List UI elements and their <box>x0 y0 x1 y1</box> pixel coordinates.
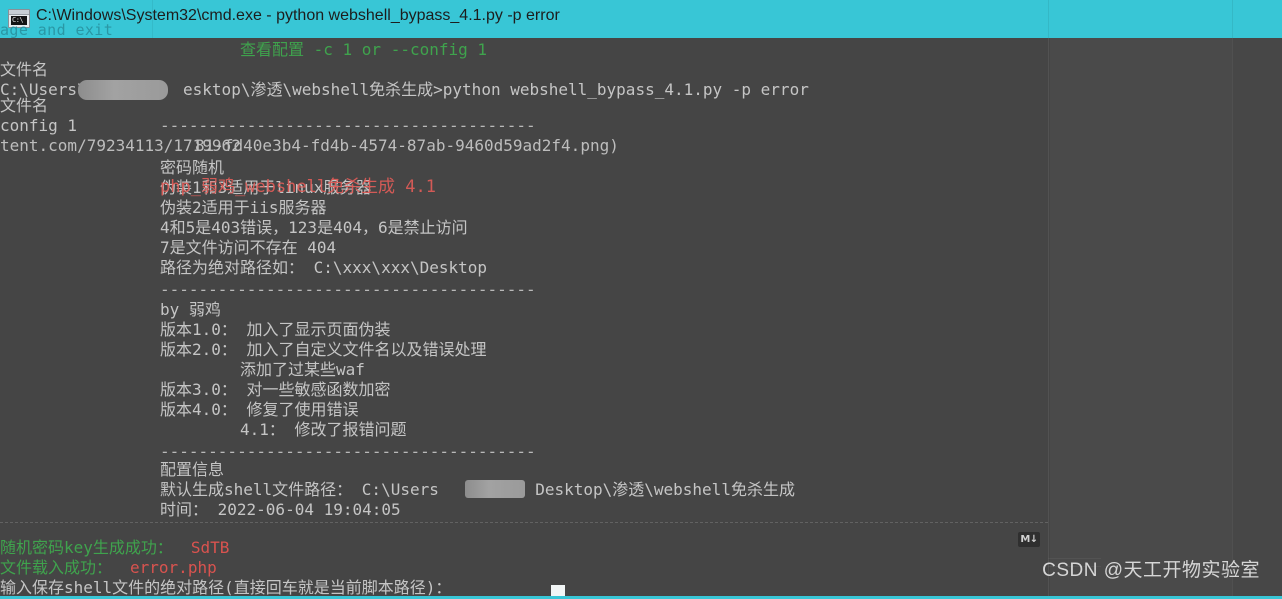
terminal-line-disguise-2: 伪装2适用于iis服务器 <box>160 198 327 217</box>
path-input-prompt: 输入保存shell文件的绝对路径(直接回车就是当前脚本路径)： <box>0 578 452 597</box>
terminal-line-ver-4: 版本4.0： 修复了使用错误 <box>160 400 359 419</box>
markdown-badge-icon[interactable]: M↓ <box>1018 532 1040 547</box>
terminal-line-ver-3: 版本3.0： 对一些敏感函数加密 <box>160 380 391 399</box>
section-divider-dashed <box>0 522 1048 523</box>
redaction-username-config <box>465 480 525 498</box>
terminal-line-codes-404: 7是文件访问不存在 404 <box>160 238 337 257</box>
cmd-icon-titlebar-strip <box>9 10 29 15</box>
red-overlay-watermark: php_弱鸡_webshell免杀生成 4.1 <box>160 177 436 197</box>
terminal-line-rule-3: --------------------------------------- <box>160 442 536 461</box>
key-generated-value: SdTB <box>190 538 230 557</box>
terminal-line-rule-2: --------------------------------------- <box>160 280 536 299</box>
editor-card-corner-top <box>1040 498 1101 559</box>
terminal-line-config-hint: 查看配置 -c 1 or --config 1 <box>240 40 488 59</box>
terminal-line-author: by 弱鸡 <box>160 300 221 319</box>
titlebar-seam-far-right <box>1232 0 1233 38</box>
terminal-line-password: 密码随机 <box>160 158 225 177</box>
key-generated-line: 随机密码key生成成功： SdTB <box>0 538 229 558</box>
titlebar-seam-right <box>1048 0 1049 38</box>
terminal-line-ver-1: 版本1.0： 加入了显示页面伪装 <box>160 320 391 339</box>
ghost-fragment-filename-1: 文件名 <box>0 60 49 79</box>
terminal-line-cfg-time: 时间： 2022-06-04 19:04:05 <box>160 500 401 519</box>
terminal-line-path-note: 路径为绝对路径如： C:\xxx\xxx\Desktop <box>160 258 488 277</box>
csdn-watermark: CSDN @天工开物实验室 <box>1042 560 1260 581</box>
terminal-line-ver-2b: 添加了过某些waf <box>240 360 365 379</box>
background-panel-far-right <box>1232 0 1282 599</box>
text-cursor <box>551 585 565 596</box>
window-titlebar[interactable]: C:\ C:\Windows\System32\cmd.exe - python… <box>0 0 1282 38</box>
terminal-line-ver-2: 版本2.0： 加入了自定义文件名以及错误处理 <box>160 340 487 359</box>
terminal-line-ver-41: 4.1： 修改了报错问题 <box>240 420 407 439</box>
terminal-line-cfg-title: 配置信息 <box>160 460 225 479</box>
terminal-line-rule-1: --------------------------------------- <box>160 116 536 135</box>
ghost-fragment-config: config 1 <box>0 116 78 135</box>
terminal-output-area[interactable]: 文件名 文件名 config 1 查看配置 -c 1 or --config 1… <box>0 38 1048 558</box>
key-generated-label: 随机密码key生成成功： <box>0 538 173 557</box>
redaction-username-prompt <box>78 80 168 100</box>
file-loaded-value: error.php <box>130 558 217 577</box>
terminal-line-url-tail2: 81-fd40e3b4-fd4b-4574-87ab-9460d59ad2f4.… <box>195 136 619 155</box>
terminal-line-codes-403: 4和5是403错误，123是404，6是禁止访问 <box>160 218 468 237</box>
file-loaded-line: 文件载入成功： error.php <box>0 558 217 578</box>
screen-root: C:\ C:\Windows\System32\cmd.exe - python… <box>0 0 1282 599</box>
terminal-input-area[interactable]: 随机密码key生成成功： SdTB 文件载入成功： error.php 输入保存sh… <box>0 524 1048 599</box>
file-loaded-label: 文件载入成功： <box>0 558 113 577</box>
background-layer-bleed-text: age and exit <box>0 21 114 39</box>
panel-divider-vertical-far <box>1232 0 1233 599</box>
window-title: C:\Windows\System32\cmd.exe - python web… <box>36 7 560 24</box>
